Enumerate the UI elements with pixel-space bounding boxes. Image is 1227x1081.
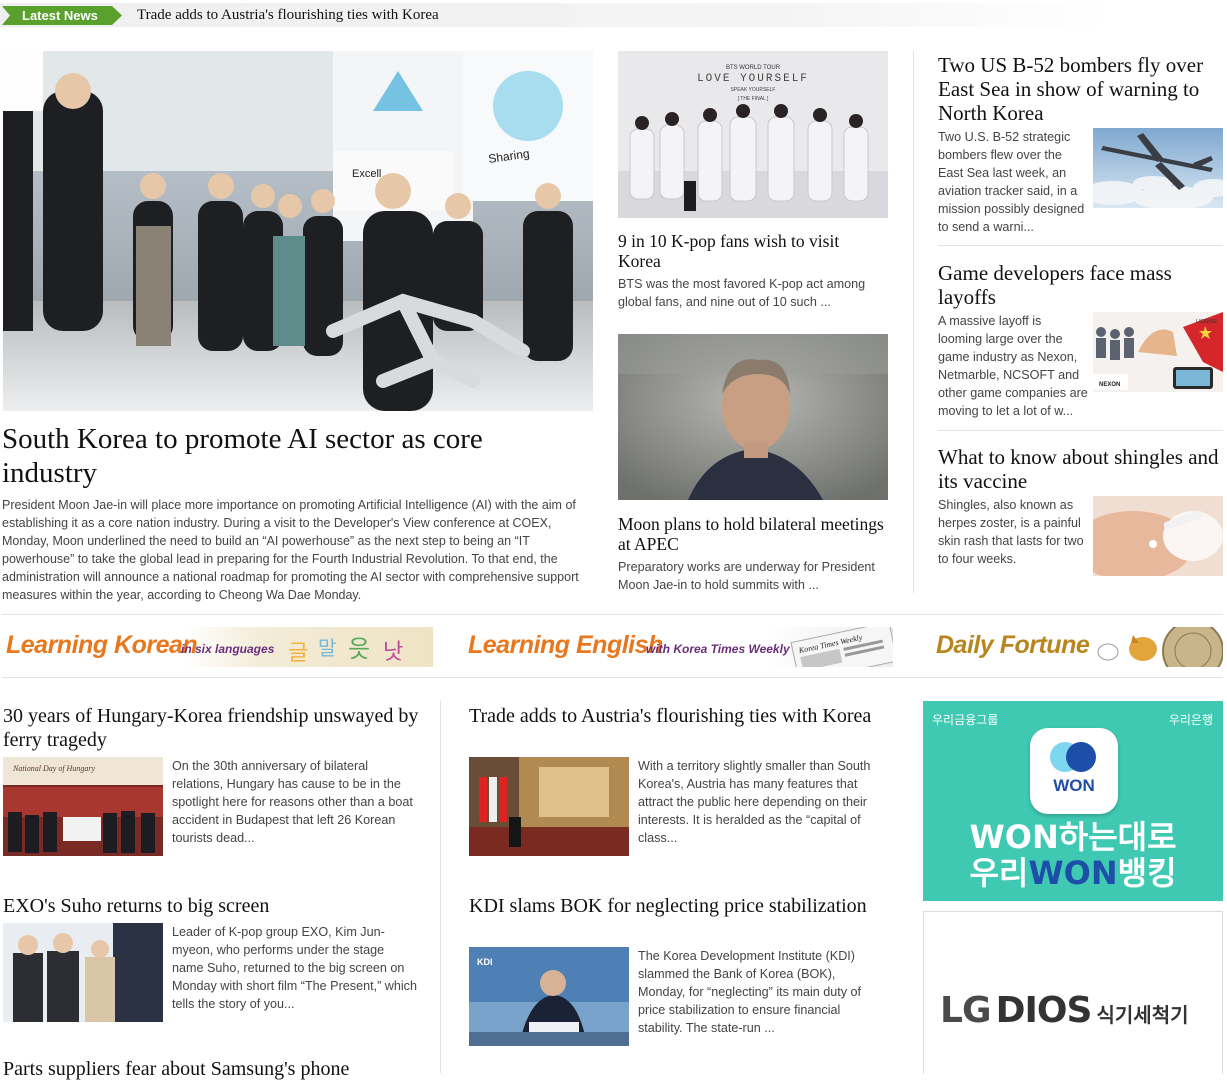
- austria-story-title[interactable]: Trade adds to Austria's flourishing ties…: [469, 704, 889, 728]
- bts-tour-text: BTS WORLD TOUR: [726, 65, 781, 71]
- woori-tagline-a: 우리: [969, 854, 1029, 892]
- woori-tagline-line2: 우리WON뱅킹: [923, 855, 1223, 891]
- woori-tagline: WON하는대로 우리WON뱅킹: [923, 819, 1223, 891]
- svg-text:말: 말: [318, 636, 336, 660]
- apec-story-image[interactable]: [618, 334, 888, 500]
- shingles-story-image[interactable]: [1093, 496, 1223, 576]
- latest-news-label: Latest News: [22, 8, 98, 23]
- austria-story-image[interactable]: [469, 757, 629, 856]
- learning-korean-title: Learning Korean: [6, 631, 198, 659]
- svg-text:낫: 낫: [383, 640, 403, 665]
- shingles-story-summary: Shingles, also known as herpes zoster, i…: [938, 498, 1084, 566]
- suho-story-title[interactable]: EXO's Suho returns to big screen: [3, 894, 423, 918]
- kdi-logo-text: KDI: [477, 957, 493, 967]
- latest-news-ticker: Latest News Trade adds to Austria's flou…: [0, 3, 1110, 27]
- svg-text:글: 글: [288, 641, 308, 666]
- learning-english-sub: with Korea Times Weekly: [646, 642, 790, 656]
- lg-brand: LG: [940, 990, 991, 1031]
- woori-tagline-c: 뱅킹: [1117, 854, 1177, 892]
- hungary-day-text: National Day of Hungary: [12, 764, 95, 773]
- hungary-story-image[interactable]: National Day of Hungary: [3, 757, 163, 856]
- svg-text:읏: 읏: [348, 635, 370, 663]
- woori-bank-ad[interactable]: 우리금융그룹 우리은행 WON WON하는대로 우리WON뱅킹: [923, 701, 1223, 901]
- kdi-story-title[interactable]: KDI slams BOK for neglecting price stabi…: [469, 894, 889, 918]
- hungary-story-summary: On the 30th anniversary of bilateral rel…: [172, 759, 413, 845]
- lg-dios-wordmark: LG DIOS 식기세척기: [940, 990, 1189, 1031]
- license-text: LICENSE: [1196, 319, 1218, 325]
- lead-story-summary: President Moon Jae-in will place more im…: [2, 498, 579, 602]
- nexon-text: NEXON: [1099, 382, 1120, 388]
- suho-story-summary: Leader of K-pop group EXO, Kim Jun-myeon…: [172, 925, 417, 1011]
- bts-story-title[interactable]: 9 in 10 K-pop fans wish to visit Korea: [618, 231, 886, 271]
- woori-bank-label: 우리은행: [1168, 713, 1213, 727]
- daily-fortune-title: Daily Fortune: [936, 631, 1090, 659]
- b52-story-title[interactable]: Two US B-52 bombers fly over East Sea in…: [938, 53, 1223, 125]
- learning-english-title: Learning English: [468, 631, 663, 659]
- lg-dios-ad[interactable]: LG DIOS 식기세척기: [923, 911, 1223, 1074]
- learning-korean-banner[interactable]: Learning Korean in six languages 글 말 읏 낫: [3, 627, 433, 667]
- bts-story-summary: BTS was the most favored K-pop act among…: [618, 277, 866, 309]
- samsung-story-title[interactable]: Parts suppliers fear about Samsung's pho…: [3, 1057, 423, 1081]
- layoffs-story-summary: A massive layoff is looming large over t…: [938, 314, 1088, 418]
- layoffs-story-title[interactable]: Game developers face mass layoffs: [938, 261, 1223, 309]
- b52-story-image[interactable]: [1093, 128, 1223, 208]
- bts-speak-text: SPEAK YOURSELF: [731, 87, 776, 93]
- lead-story-image[interactable]: Excell Sharing: [3, 51, 593, 411]
- hungary-story-title[interactable]: 30 years of Hungary-Korea friendship uns…: [3, 704, 423, 752]
- kdi-story-image[interactable]: KDI: [469, 947, 629, 1046]
- bts-love-text: LOVE YOURSELF: [697, 73, 809, 85]
- won-app-label: WON: [1053, 776, 1095, 795]
- daily-fortune-banner[interactable]: Daily Fortune: [933, 627, 1223, 667]
- dishwasher-label: 식기세척기: [1096, 1003, 1189, 1027]
- learning-english-banner[interactable]: Learning English with Korea Times Weekly…: [468, 627, 893, 667]
- bts-final-text: [ THE FINAL ]: [738, 96, 769, 102]
- won-app-icon: WON: [1030, 728, 1118, 814]
- woori-tagline-line1: WON하는대로: [969, 818, 1177, 856]
- ticker-headline-link[interactable]: Trade adds to Austria's flourishing ties…: [137, 7, 439, 24]
- b52-story-summary: Two U.S. B-52 strategic bombers flew ove…: [938, 130, 1085, 234]
- apec-story-summary: Preparatory works are underway for Presi…: [618, 560, 875, 592]
- dios-product: DIOS: [995, 990, 1093, 1031]
- woori-group-label: 우리금융그룹: [932, 713, 999, 727]
- bts-story-image[interactable]: BTS WORLD TOUR LOVE YOURSELF SPEAK YOURS…: [618, 51, 888, 218]
- learning-korean-sub: in six languages: [181, 642, 275, 656]
- sign-left-text: Excell: [352, 168, 381, 180]
- lead-story-title[interactable]: South Korea to promote AI sector as core…: [2, 422, 562, 490]
- kdi-story-summary: The Korea Development Institute (KDI) sl…: [638, 949, 862, 1035]
- austria-story-summary: With a territory slightly smaller than S…: [638, 759, 871, 845]
- suho-story-image[interactable]: [3, 923, 163, 1022]
- apec-story-title[interactable]: Moon plans to hold bilateral meetings at…: [618, 514, 886, 554]
- woori-tagline-b: WON: [1028, 854, 1118, 892]
- latest-news-tag: Latest News: [2, 6, 122, 25]
- layoffs-story-image[interactable]: LICENSE NEXON: [1093, 312, 1223, 392]
- shingles-story-title[interactable]: What to know about shingles and its vacc…: [938, 445, 1223, 493]
